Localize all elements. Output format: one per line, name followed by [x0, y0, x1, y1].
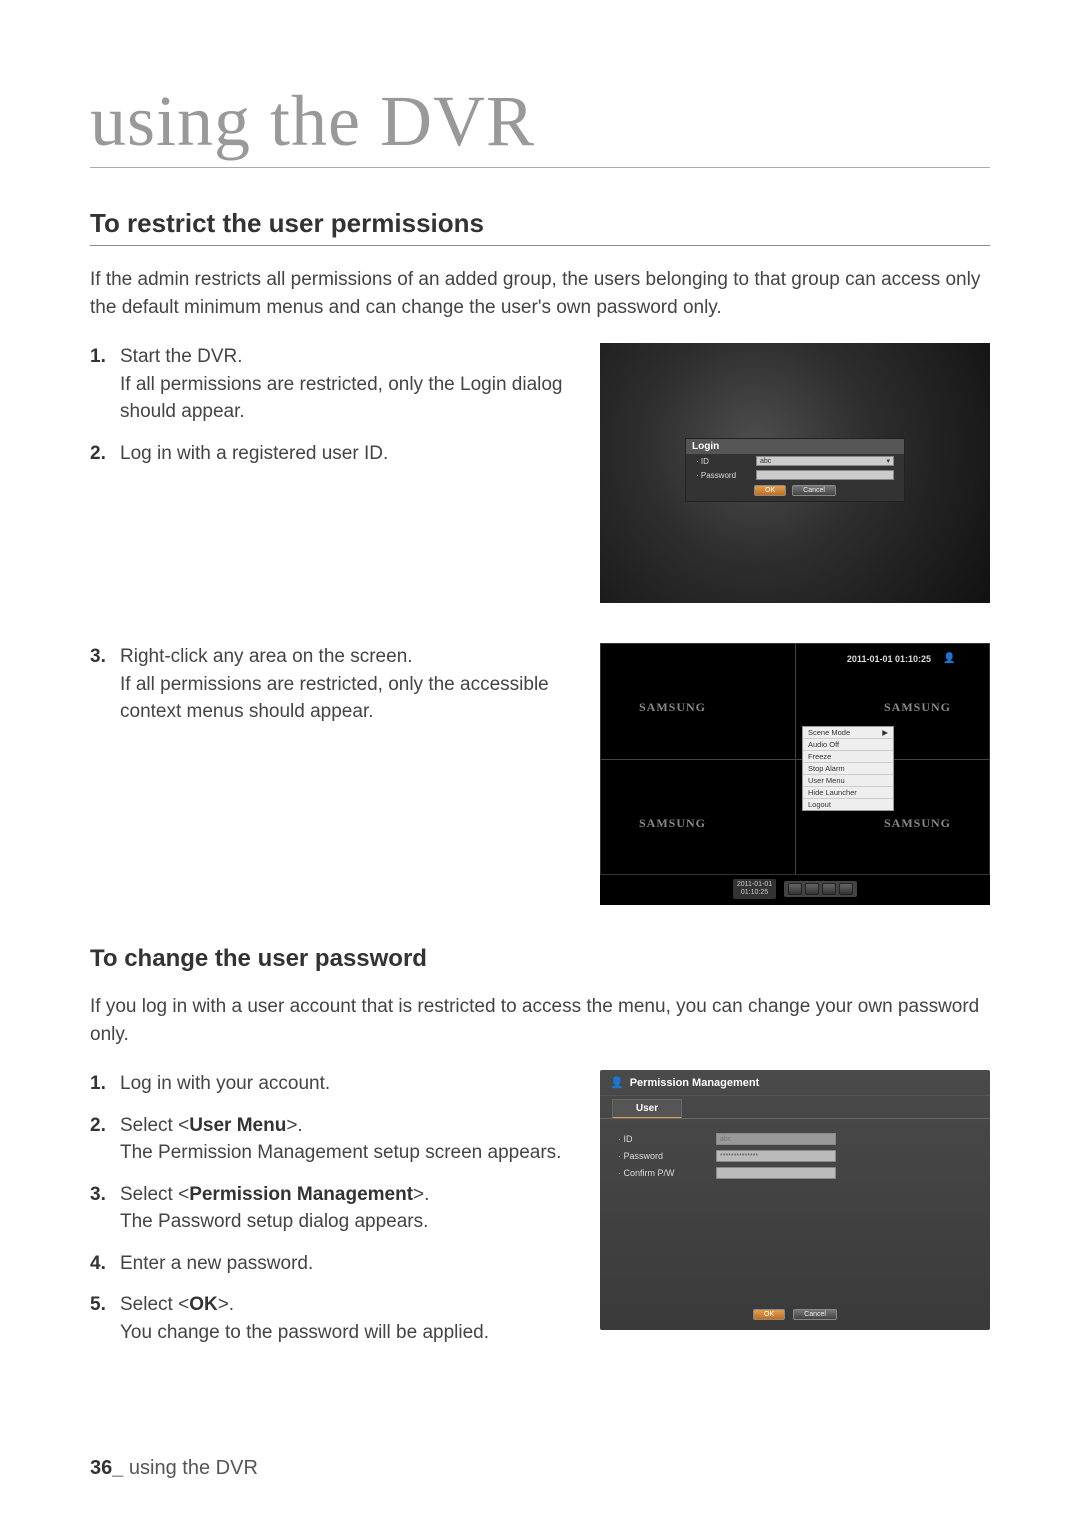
id-field: abc	[716, 1133, 836, 1145]
figure-context-menu-screen: SAMSUNG SAMSUNG SAMSUNG SAMSUNG 2011-01-…	[600, 643, 990, 905]
menu-item-user-menu[interactable]: User Menu	[803, 775, 893, 787]
step-text: Right-click any area on the screen.	[120, 646, 413, 667]
section2-intro: If you log in with a user account that i…	[90, 993, 990, 1048]
list-item: 4. Enter a new password.	[90, 1250, 580, 1278]
step-text: You change to the password will be appli…	[120, 1322, 489, 1343]
menu-item-label: Scene Mode	[808, 728, 850, 737]
step-text: Log in with your account.	[120, 1070, 580, 1098]
page-footer: 36_ using the DVR	[90, 1457, 258, 1480]
section2-title: To change the user password	[90, 945, 990, 973]
step-number: 1.	[90, 343, 112, 426]
list-item: 2. Log in with a registered user ID.	[90, 440, 580, 468]
timestamp: 2011-01-01 01:10:25	[847, 654, 931, 664]
list-item: 3. Select <Permission Management>. The P…	[90, 1181, 580, 1236]
id-value: abc	[760, 458, 771, 465]
chevron-down-icon: ▾	[886, 457, 890, 465]
step-text: Select <	[120, 1294, 189, 1315]
confirm-password-label: · Confirm P/W	[618, 1168, 698, 1178]
password-field[interactable]: **************	[716, 1150, 836, 1162]
password-field[interactable]	[756, 470, 894, 480]
launcher-button-icon[interactable]	[788, 883, 802, 895]
login-dialog: Login · ID abc ▾ · Password	[685, 438, 905, 502]
footer-label: using the DVR	[123, 1457, 258, 1479]
menu-item-logout[interactable]: Logout	[803, 799, 893, 810]
step-text: If all permissions are restricted, only …	[120, 674, 549, 723]
menu-item-scene-mode[interactable]: Scene Mode ▶	[803, 727, 893, 739]
figure-login-screen: Login · ID abc ▾ · Password	[600, 343, 990, 603]
step-text: The Password setup dialog appears.	[120, 1211, 428, 1232]
step-number: 1.	[90, 1070, 112, 1098]
list-item: 3. Right-click any area on the screen. I…	[90, 643, 580, 726]
menu-item-freeze[interactable]: Freeze	[803, 751, 893, 763]
login-dialog-title: Login	[686, 439, 904, 454]
launcher-timestamp: 2011-01-01 01:10:25	[733, 879, 776, 898]
ui-reference: User Menu	[189, 1115, 286, 1136]
id-dropdown[interactable]: abc ▾	[756, 456, 894, 466]
step-number: 3.	[90, 1181, 112, 1236]
launcher-bar: 2011-01-01 01:10:25	[600, 878, 990, 900]
password-label: · Password	[618, 1151, 698, 1161]
user-icon: 👤	[610, 1076, 624, 1089]
page-number: 36_	[90, 1457, 123, 1479]
password-label: · Password	[696, 471, 748, 480]
step-text: If all permissions are restricted, only …	[120, 374, 563, 423]
step-number: 3.	[90, 643, 112, 726]
brand-logo: SAMSUNG	[884, 816, 951, 831]
step-number: 2.	[90, 440, 112, 468]
menu-item-audio-off[interactable]: Audio Off	[803, 739, 893, 751]
confirm-password-field[interactable]	[716, 1167, 836, 1179]
list-item: 1. Log in with your account.	[90, 1070, 580, 1098]
figure-permission-management: 👤 Permission Management User · ID abc · …	[600, 1070, 990, 1330]
menu-item-hide-launcher[interactable]: Hide Launcher	[803, 787, 893, 799]
cancel-button[interactable]: Cancel	[793, 1309, 837, 1320]
step-number: 5.	[90, 1291, 112, 1346]
step-text: >.	[218, 1294, 234, 1315]
context-menu: Scene Mode ▶ Audio Off Freeze Stop Alarm…	[802, 726, 894, 811]
step-number: 4.	[90, 1250, 112, 1278]
brand-logo: SAMSUNG	[884, 700, 951, 715]
list-item: 1. Start the DVR. If all permissions are…	[90, 343, 580, 426]
chevron-right-icon: ▶	[882, 728, 888, 737]
step-text: Log in with a registered user ID.	[120, 440, 580, 468]
step-text: >.	[413, 1184, 429, 1205]
launcher-button-icon[interactable]	[822, 883, 836, 895]
step-text: Enter a new password.	[120, 1250, 580, 1278]
ok-button[interactable]: OK	[753, 1309, 785, 1320]
id-label: · ID	[618, 1134, 698, 1144]
list-item: 5. Select <OK>. You change to the passwo…	[90, 1291, 580, 1346]
chapter-title: using the DVR	[90, 80, 990, 168]
step-text: Select <	[120, 1115, 189, 1136]
step-text: Start the DVR.	[120, 346, 243, 367]
section1-title: To restrict the user permissions	[90, 208, 990, 246]
launcher-button-icon[interactable]	[839, 883, 853, 895]
dialog-title: Permission Management	[630, 1077, 760, 1089]
brand-logo: SAMSUNG	[639, 816, 706, 831]
brand-logo: SAMSUNG	[639, 700, 706, 715]
step-number: 2.	[90, 1112, 112, 1167]
id-label: · ID	[696, 457, 748, 466]
step-text: The Permission Management setup screen a…	[120, 1142, 561, 1163]
ui-reference: OK	[189, 1294, 218, 1315]
section1-intro: If the admin restricts all permissions o…	[90, 266, 990, 321]
tab-user[interactable]: User	[612, 1099, 682, 1119]
ui-reference: Permission Management	[189, 1184, 413, 1205]
list-item: 2. Select <User Menu>. The Permission Ma…	[90, 1112, 580, 1167]
step-text: >.	[286, 1115, 302, 1136]
ok-button[interactable]: OK	[754, 485, 786, 496]
cancel-button[interactable]: Cancel	[792, 485, 836, 496]
menu-item-stop-alarm[interactable]: Stop Alarm	[803, 763, 893, 775]
step-text: Select <	[120, 1184, 189, 1205]
launcher-button-icon[interactable]	[805, 883, 819, 895]
user-icon: 👤	[943, 653, 953, 663]
